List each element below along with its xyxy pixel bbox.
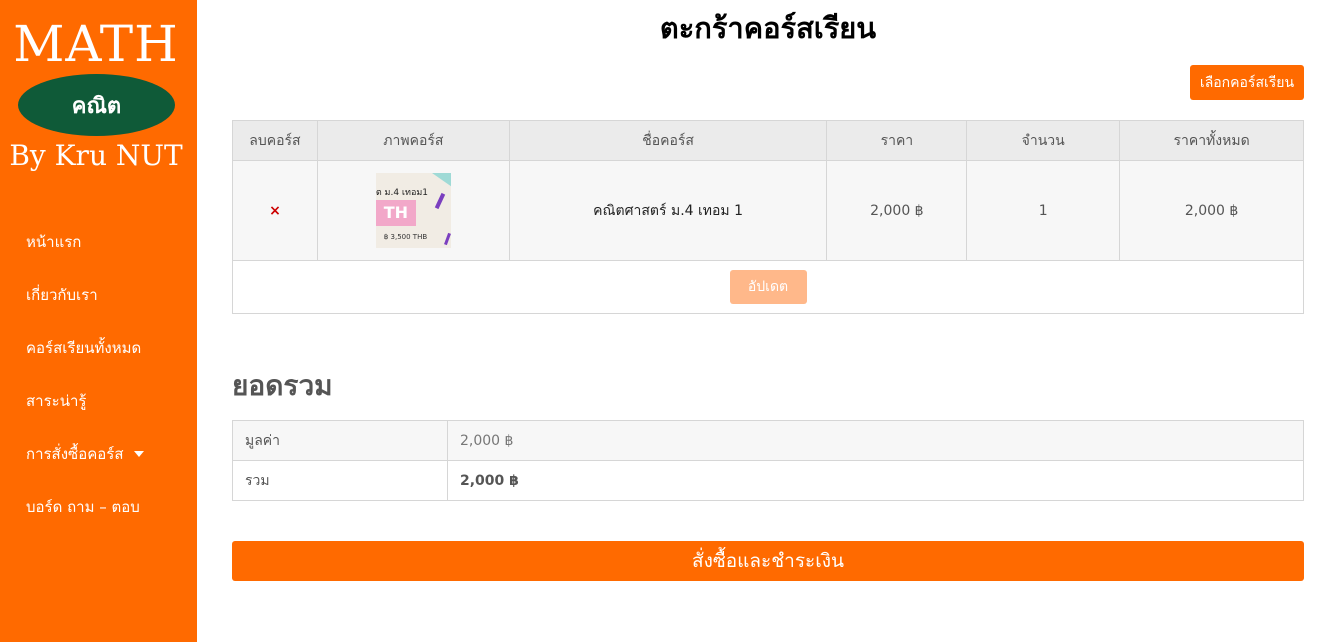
sidebar-item-all-courses[interactable]: คอร์สเรียนทั้งหมด (26, 321, 144, 374)
cart-actions-row: อัปเดต (232, 260, 1304, 314)
course-thumbnail[interactable]: ต ม.4 เทอม1 TH ฿ 3,500 THB (375, 173, 451, 248)
sidebar: MATH คณิต By Kru NUT หน้าแรก เกี่ยวกับเร… (0, 0, 197, 642)
sidebar-item-label: หน้าแรก (26, 232, 82, 251)
totals-value: 2,000 ฿ (447, 460, 1304, 501)
sidebar-item-articles[interactable]: สาระน่ารู้ (26, 374, 144, 427)
logo-title: MATH (13, 15, 179, 73)
thumbnail-cell: ต ม.4 เทอม1 TH ฿ 3,500 THB (316, 160, 510, 261)
sidebar-item-label: เกี่ยวกับเรา (26, 285, 98, 304)
update-cart-button[interactable]: อัปเดต (729, 270, 807, 304)
course-subtotal: 2,000 ฿ (1119, 160, 1304, 261)
cart-actions-cell: อัปเดต (232, 260, 1304, 314)
cart-header-row: ลบคอร์ส ภาพคอร์ส ชื่อคอร์ส ราคา จำนวน รา… (232, 120, 1304, 161)
col-header-image: ภาพคอร์ส (316, 120, 510, 161)
totals-value: 2,000 ฿ (447, 420, 1304, 461)
remove-item-icon[interactable]: × (269, 203, 281, 219)
remove-cell: × (232, 160, 318, 261)
sidebar-nav: หน้าแรก เกี่ยวกับเรา คอร์สเรียนทั้งหมด ส… (26, 215, 144, 533)
choose-courses-button[interactable]: เลือกคอร์สเรียน (1190, 65, 1304, 100)
sidebar-item-home[interactable]: หน้าแรก (26, 215, 144, 268)
thumbnail-title: TH (375, 200, 416, 226)
logo-badge: คณิต (18, 74, 175, 136)
col-header-remove: ลบคอร์ส (232, 120, 318, 161)
col-header-name: ชื่อคอร์ส (508, 120, 828, 161)
sidebar-item-about[interactable]: เกี่ยวกับเรา (26, 268, 144, 321)
col-header-price: ราคา (826, 120, 968, 161)
thumbnail-caption: ต ม.4 เทอม1 (375, 188, 429, 198)
totals-label: มูลค่า (232, 420, 448, 461)
thumbnail-decoration (431, 173, 451, 187)
site-logo[interactable]: MATH คณิต By Kru NUT (0, 14, 197, 184)
thumbnail-price: ฿ 3,500 THB (383, 233, 428, 241)
sidebar-item-label: บอร์ด ถาม – ตอบ (26, 497, 140, 516)
col-header-quantity: จำนวน (966, 120, 1121, 161)
sidebar-item-label: สาระน่ารู้ (26, 391, 87, 410)
course-name[interactable]: คณิตศาสตร์ ม.4 เทอม 1 (508, 160, 828, 261)
col-header-subtotal: ราคาทั้งหมด (1119, 120, 1304, 161)
chevron-down-icon[interactable] (133, 450, 144, 457)
course-price: 2,000 ฿ (826, 160, 968, 261)
sidebar-item-label: การสั่งซื้อคอร์ส (26, 444, 124, 463)
page-title: ตะกร้าคอร์สเรียน (659, 11, 877, 45)
sidebar-item-orders[interactable]: การสั่งซื้อคอร์ส (26, 427, 144, 480)
sidebar-item-label: คอร์สเรียนทั้งหมด (26, 338, 142, 357)
logo-byline: By Kru NUT (9, 139, 183, 172)
table-row: รวม 2,000 ฿ (232, 460, 1304, 501)
thumbnail-decoration (434, 192, 446, 210)
table-row: มูลค่า 2,000 ฿ (232, 420, 1304, 461)
cart-table: ลบคอร์ส ภาพคอร์ส ชื่อคอร์ส ราคา จำนวน รา… (232, 120, 1304, 314)
totals-label: รวม (232, 460, 448, 501)
sidebar-item-qa-board[interactable]: บอร์ด ถาม – ตอบ (26, 480, 144, 533)
thumbnail-decoration (443, 232, 451, 246)
totals-table: มูลค่า 2,000 ฿ รวม 2,000 ฿ (232, 420, 1304, 501)
table-row: × ต ม.4 เทอม1 TH ฿ 3,500 THB คณิตศาสตร์ … (232, 160, 1304, 261)
logo-badge-text: คณิต (71, 93, 122, 119)
totals-heading: ยอดรวม (232, 369, 333, 402)
course-quantity: 1 (966, 160, 1121, 261)
checkout-button[interactable]: สั่งซื้อและชำระเงิน (232, 541, 1304, 581)
